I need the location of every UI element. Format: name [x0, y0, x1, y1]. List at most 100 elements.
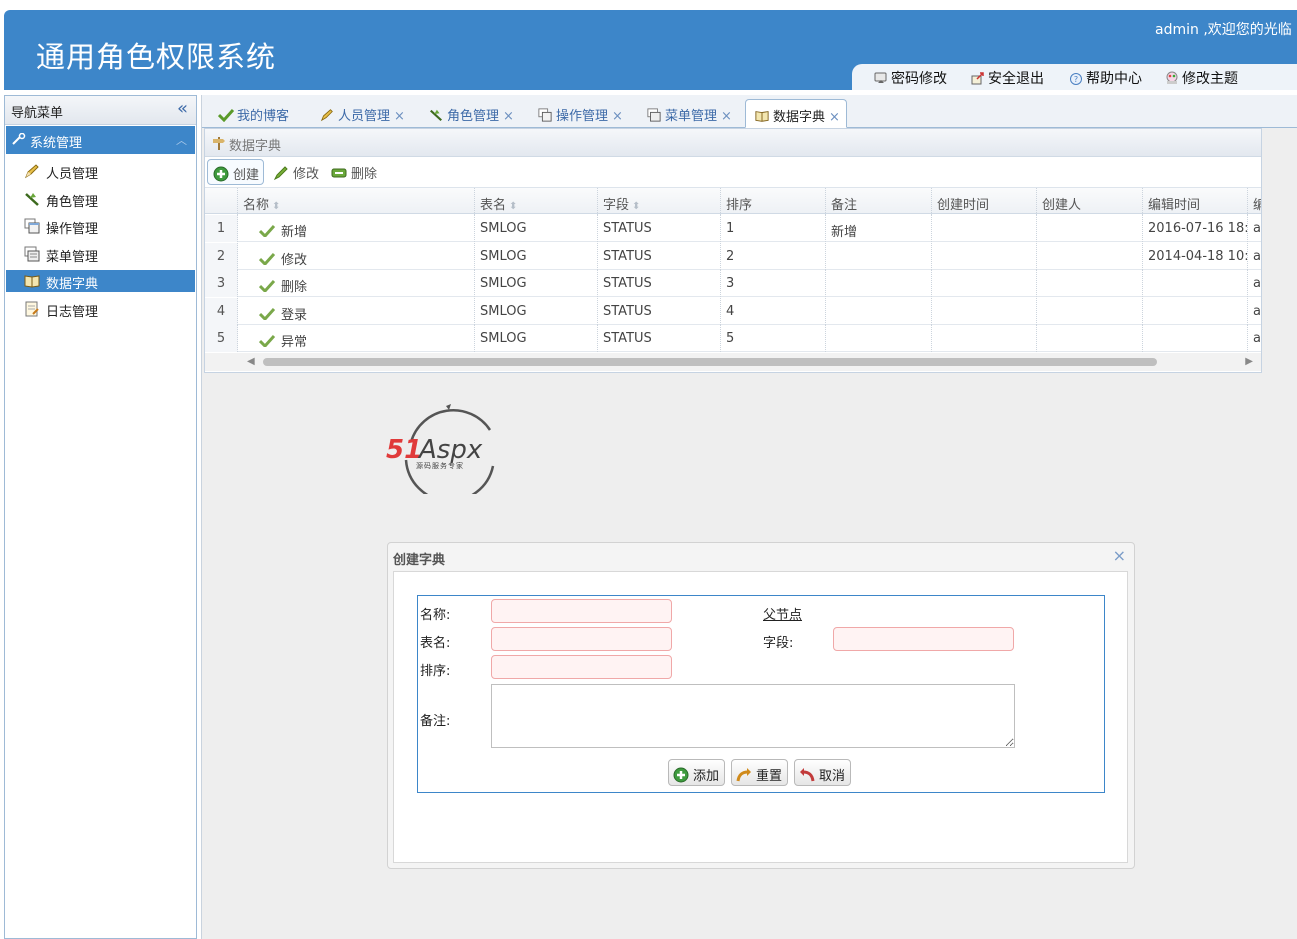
dialog-body: 名称: 父节点 表名: 字段: 排序: 备注: 添加 重置 取消 — [393, 571, 1128, 863]
column-header[interactable]: 名称 ⬍ — [238, 188, 475, 215]
cell-table: SMLOG — [475, 242, 598, 270]
add-icon — [673, 767, 689, 783]
cell-field: STATUS — [598, 270, 721, 297]
remark-textarea[interactable] — [491, 684, 1015, 748]
sidebar-item-operations[interactable]: 操作管理 — [6, 215, 195, 237]
cell-remark: 新增 — [826, 215, 932, 242]
menu-icon — [647, 108, 661, 122]
nav-group-system[interactable]: 系统管理 ︿ — [6, 126, 195, 154]
tab-strip: 我的博客 人员管理 × 角色管理 × 操作管理 × 菜单管理 × 数据字典 × — [202, 95, 1297, 128]
window-icon — [24, 218, 40, 234]
tab-roles[interactable]: 角色管理 × — [428, 99, 514, 128]
tab-users[interactable]: 人员管理 × — [319, 99, 405, 128]
delete-button[interactable]: 删除 — [331, 159, 377, 185]
cell-remark — [826, 242, 932, 270]
row-number: 2 — [205, 242, 238, 270]
table-row[interactable]: 5 异常 SMLOG STATUS 5 a — [205, 325, 1261, 352]
column-header[interactable]: 编 — [1248, 188, 1261, 215]
remove-icon — [331, 168, 347, 178]
collapse-sidebar-icon[interactable]: « — [177, 98, 188, 119]
change-password-link[interactable]: 密码修改 — [874, 68, 947, 88]
cell-created-time — [932, 270, 1037, 297]
help-center-link[interactable]: ? 帮助中心 — [1069, 68, 1142, 88]
sidebar-item-dictionary[interactable]: 数据字典 — [6, 270, 195, 292]
chevron-up-icon[interactable]: ︿ — [176, 132, 187, 148]
cell-table: SMLOG — [475, 297, 598, 325]
close-tab-icon[interactable]: × — [612, 109, 623, 124]
brand-logo-icon: 51 Aspx 源码服务专家 — [386, 404, 495, 503]
scroll-left-icon[interactable]: ◀ — [247, 356, 255, 367]
order-label: 排序: — [420, 664, 451, 679]
close-tab-icon[interactable]: × — [829, 110, 840, 125]
cell-order: 4 — [721, 297, 826, 325]
panel-header: 数据字典 — [205, 129, 1261, 157]
tab-menus[interactable]: 菜单管理 × — [646, 99, 732, 128]
cell-edited-time — [1143, 270, 1248, 297]
create-button[interactable]: 创建 — [207, 159, 265, 185]
cell-remark — [826, 297, 932, 325]
column-header[interactable]: 字段 ⬍ — [598, 188, 721, 215]
sidebar-item-roles[interactable]: 角色管理 — [6, 188, 195, 210]
column-header[interactable]: 备注 — [826, 188, 932, 215]
svg-text:?: ? — [1074, 75, 1078, 84]
cell-extra: a — [1253, 331, 1261, 346]
column-header[interactable]: 创建时间 — [932, 188, 1037, 215]
table-input[interactable] — [491, 627, 672, 651]
column-header[interactable]: 创建人 — [1037, 188, 1143, 215]
cell-name: 登录 — [238, 297, 475, 325]
table-row[interactable]: 3 删除 SMLOG STATUS 3 a — [205, 270, 1261, 297]
cell-name: 新增 — [238, 215, 475, 242]
field-input[interactable] — [833, 627, 1014, 651]
tab-my-blog[interactable]: 我的博客 — [218, 99, 289, 128]
table-row[interactable]: 4 登录 SMLOG STATUS 4 a — [205, 297, 1261, 325]
svg-text:Aspx: Aspx — [417, 435, 483, 465]
close-tab-icon[interactable]: × — [394, 109, 405, 124]
nav-sidebar: 导航菜单 « 系统管理 ︿ 人员管理 角色管理 操作管理 菜单管理 数据字典 日… — [4, 95, 197, 939]
tab-dictionary[interactable]: 数据字典 × — [745, 99, 847, 128]
theme-icon — [1166, 71, 1178, 84]
book-icon — [24, 275, 40, 288]
parent-node-link[interactable]: 父节点 — [763, 604, 802, 623]
close-tab-icon[interactable]: × — [721, 109, 732, 124]
check-icon — [218, 108, 234, 122]
scroll-right-icon[interactable]: ▶ — [1245, 356, 1253, 367]
remark-label: 备注: — [420, 714, 451, 729]
column-header[interactable]: 编辑时间 — [1143, 188, 1248, 215]
order-input[interactable] — [491, 655, 672, 679]
password-icon — [874, 72, 887, 83]
add-button[interactable]: 添加 — [668, 759, 726, 786]
close-icon[interactable]: × — [1113, 546, 1126, 565]
cell-edited-time: 2016-07-16 18: — [1143, 215, 1248, 242]
cell-created-time — [932, 215, 1037, 242]
column-header[interactable]: 表名 ⬍ — [475, 188, 598, 215]
close-tab-icon[interactable]: × — [503, 109, 514, 124]
reset-button[interactable]: 重置 — [731, 759, 789, 786]
row-number: 5 — [205, 325, 238, 352]
panel-title: 数据字典 — [229, 139, 282, 154]
sidebar-item-users[interactable]: 人员管理 — [6, 160, 195, 182]
horizontal-scrollbar[interactable]: ◀ ▶ — [205, 353, 1261, 371]
app-title: 通用角色权限系统 — [36, 40, 277, 74]
logout-link[interactable]: 安全退出 — [971, 68, 1044, 88]
cell-creator — [1037, 242, 1143, 270]
cell-field: STATUS — [598, 215, 721, 242]
dialog-header: 创建字典 × — [388, 543, 1134, 569]
tab-operations[interactable]: 操作管理 × — [537, 99, 623, 128]
change-theme-link[interactable]: 修改主题 — [1165, 68, 1238, 88]
sort-icon: ⬍ — [632, 201, 641, 212]
sort-icon: ⬍ — [272, 201, 281, 212]
sidebar-item-logs[interactable]: 日志管理 — [6, 298, 195, 320]
cell-created-time — [932, 297, 1037, 325]
sidebar-item-menus[interactable]: 菜单管理 — [6, 243, 195, 265]
name-input[interactable] — [491, 599, 672, 623]
table-row[interactable]: 1 新增 SMLOG STATUS 1 新增 2016-07-16 18: a — [205, 215, 1261, 242]
check-icon — [259, 252, 275, 265]
welcome-text: admin ,欢迎您的光临 — [1155, 22, 1292, 38]
edit-button[interactable]: 修改 — [273, 159, 319, 185]
cell-edited-time — [1143, 297, 1248, 325]
table-row[interactable]: 2 修改 SMLOG STATUS 2 2014-04-18 10: a — [205, 242, 1261, 270]
cell-creator — [1037, 270, 1143, 297]
cancel-button[interactable]: 取消 — [794, 759, 852, 786]
scrollbar-thumb[interactable] — [263, 358, 1157, 366]
column-header[interactable]: 排序 — [721, 188, 826, 215]
